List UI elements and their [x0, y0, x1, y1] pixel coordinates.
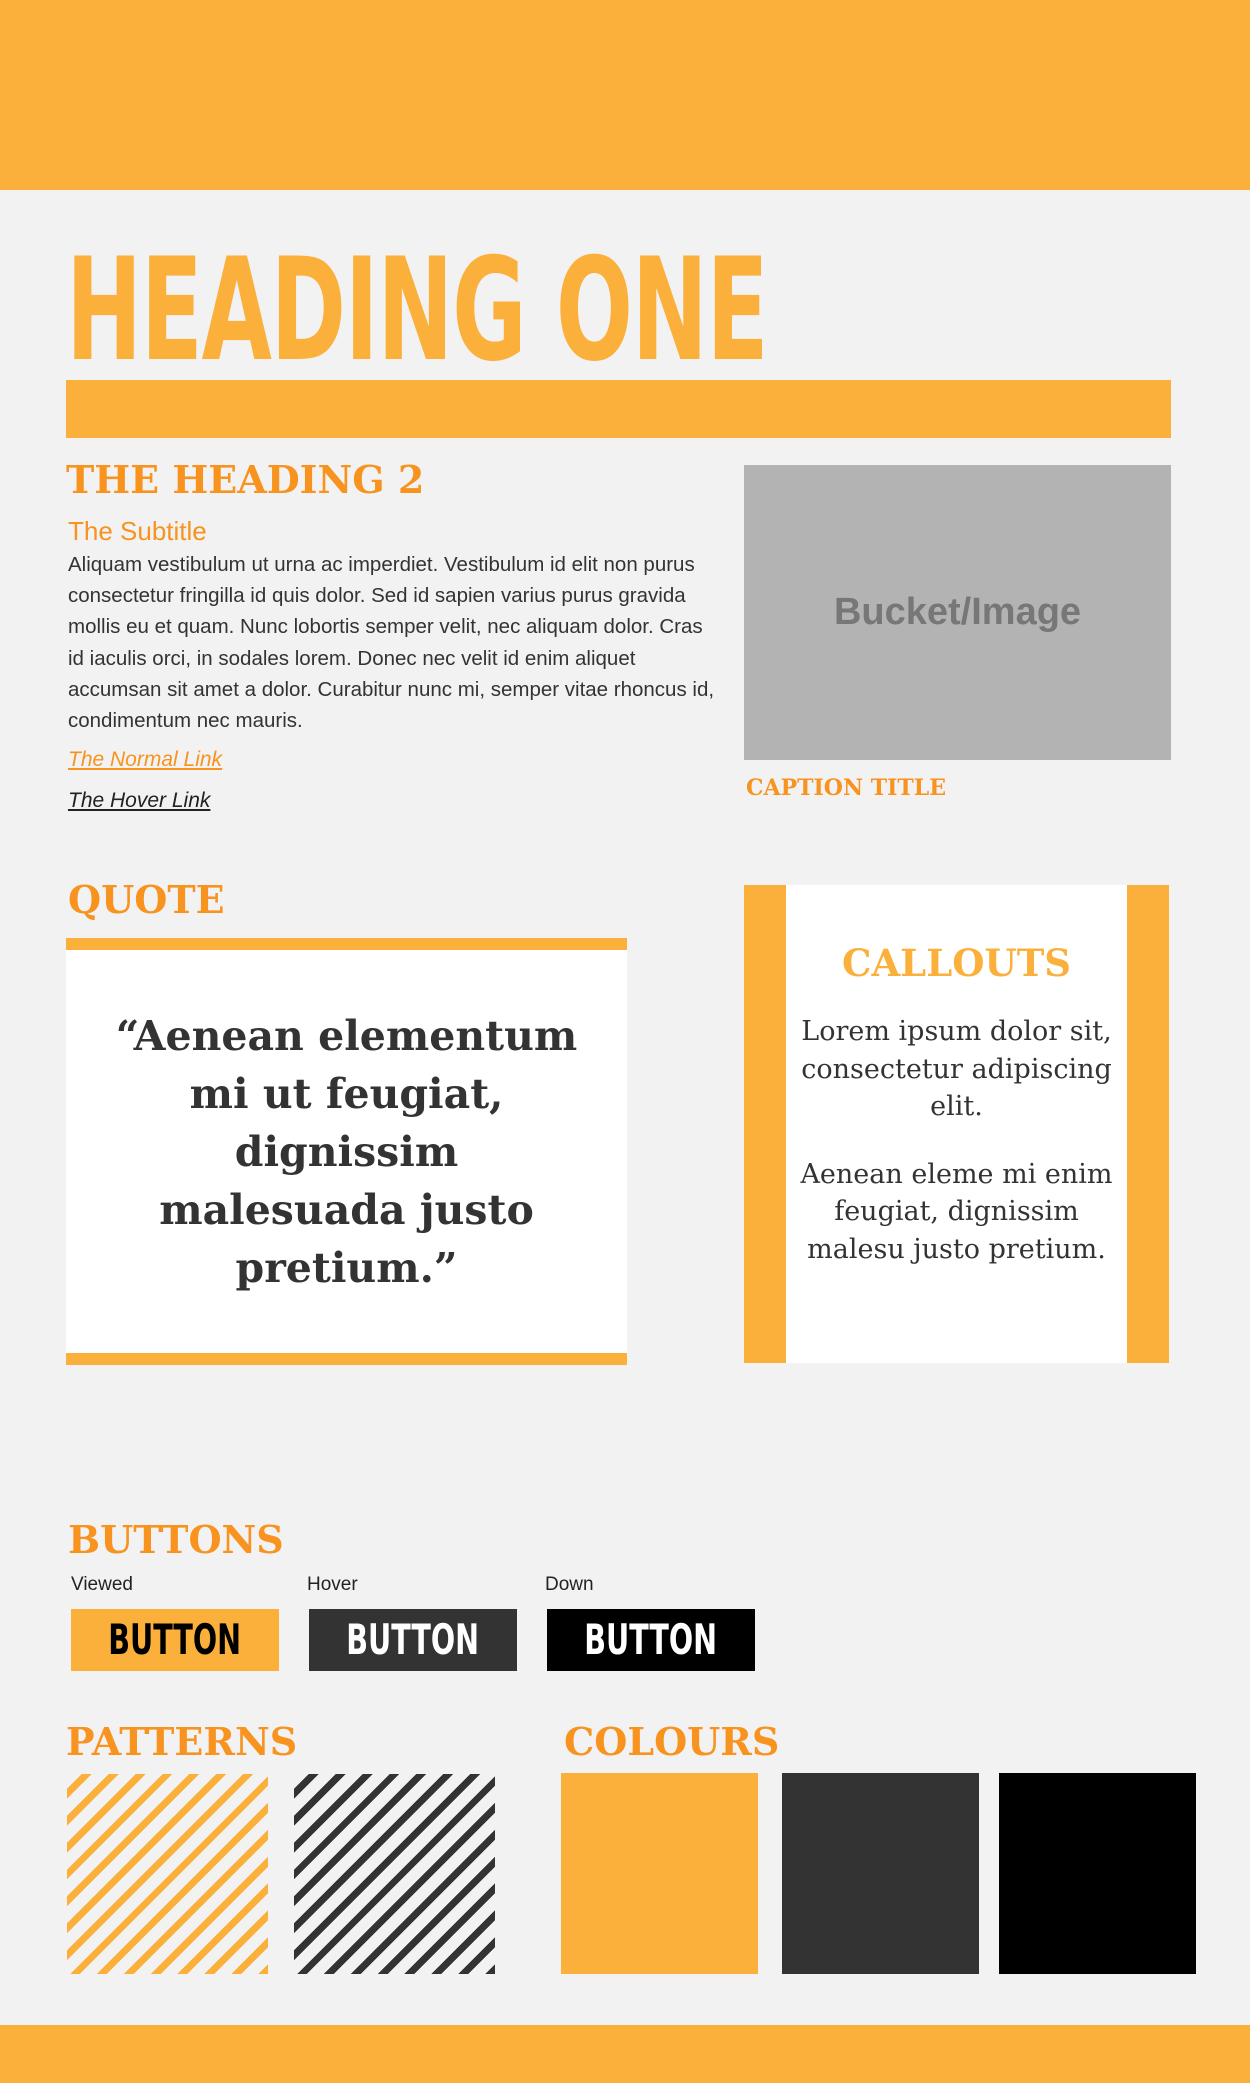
button-state-caption-down: Down — [545, 1574, 594, 1595]
heading-one-underline-bar — [66, 380, 1171, 438]
button-state-caption-hover: Hover — [307, 1574, 358, 1595]
caption-title: CAPTION TITLE — [746, 775, 946, 801]
button-down-label: BUTTON — [584, 1615, 718, 1664]
callout-heading: CALLOUTS — [842, 941, 1071, 985]
hover-link[interactable]: The Hover Link — [68, 789, 210, 813]
colours-heading: COLOURS — [564, 1719, 780, 1764]
subtitle: The Subtitle — [68, 516, 207, 546]
heading-two: THE HEADING 2 — [66, 457, 425, 502]
callout-box: CALLOUTS Lorem ipsum dolor sit, consecte… — [744, 885, 1169, 1363]
callout-paragraph-2: Aenean eleme mi enim feugiat, dignissim … — [800, 1158, 1113, 1265]
body-paragraph: Aliquam vestibulum ut urna ac imperdiet.… — [68, 553, 715, 733]
heading-one: HEADING ONE — [66, 228, 769, 393]
colour-swatch-orange — [561, 1773, 758, 1974]
normal-link[interactable]: The Normal Link — [68, 748, 222, 772]
orange-stripe-pattern — [67, 1774, 268, 1974]
top-banner — [0, 0, 1250, 190]
image-placeholder-label: Bucket/Image — [833, 591, 1082, 633]
quote-heading: QUOTE — [68, 877, 225, 922]
button-viewed[interactable]: BUTTON — [71, 1609, 279, 1671]
colour-swatch-dark-grey — [782, 1773, 979, 1974]
callout-paragraph-1: Lorem ipsum dolor sit, consectetur adipi… — [801, 1016, 1112, 1122]
colour-swatch-black — [999, 1773, 1196, 1974]
dark-stripe-pattern — [294, 1774, 495, 1974]
patterns-heading: PATTERNS — [66, 1719, 298, 1764]
button-hover[interactable]: BUTTON — [309, 1609, 517, 1671]
button-hover-label: BUTTON — [346, 1615, 480, 1664]
button-state-caption-viewed: Viewed — [71, 1574, 133, 1595]
buttons-heading: BUTTONS — [68, 1517, 284, 1562]
button-down[interactable]: BUTTON — [547, 1609, 755, 1671]
quote-box: “Aenean elementum mi ut feugiat, digniss… — [66, 938, 627, 1365]
button-viewed-label: BUTTON — [108, 1615, 242, 1664]
quote-text: “Aenean elementum mi ut feugiat, digniss… — [115, 1011, 578, 1292]
image-placeholder: Bucket/Image — [744, 465, 1171, 760]
bottom-banner — [0, 2025, 1250, 2083]
